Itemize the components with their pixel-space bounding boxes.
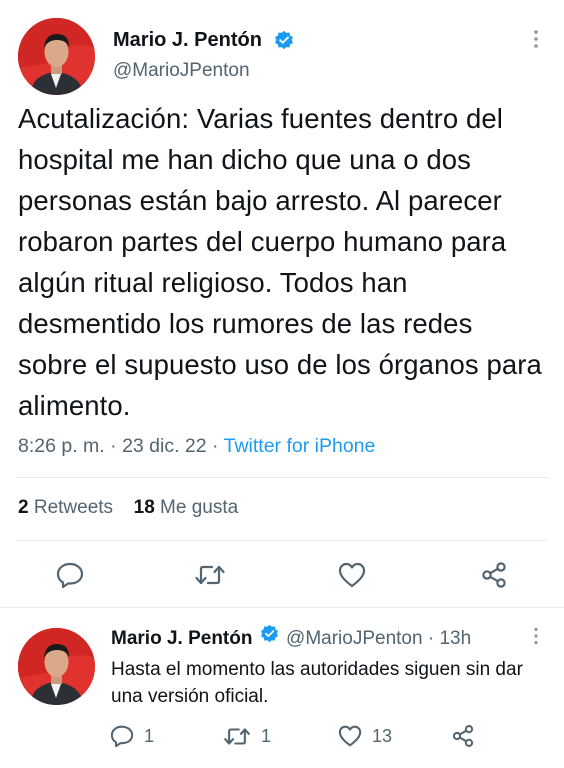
reply-icon [110, 725, 134, 747]
reply-like-count: 13 [372, 725, 393, 746]
share-icon [452, 725, 474, 747]
reply-retweet-count: 1 [261, 725, 272, 746]
reply-icon [56, 562, 84, 588]
tweet-meta: 8:26 p. m. · 23 dic. 22 · Twitter for iP… [18, 433, 375, 459]
main-avatar[interactable] [18, 18, 95, 95]
meta-separator: · [110, 435, 117, 457]
reply-age[interactable]: 13h [439, 628, 471, 649]
like-button[interactable] [332, 560, 372, 590]
reply-retweet-button[interactable]: 1 [223, 723, 271, 749]
reply-more-options-icon[interactable] [527, 626, 545, 646]
likes-stat[interactable]: 18 Me gusta [134, 497, 239, 518]
reply-like-button[interactable]: 13 [338, 723, 392, 749]
meta-separator: · [212, 435, 219, 457]
retweet-button[interactable] [190, 560, 230, 590]
verified-badge-icon [260, 624, 279, 650]
main-author-name[interactable]: Mario J. Pentón [113, 27, 262, 53]
main-tweet-text: Acutalización: Varias fuentes dentro del… [18, 103, 542, 421]
reply-author-handle[interactable]: @MarioJPenton [286, 628, 423, 649]
retweets-stat[interactable]: 2 Retweets [18, 497, 118, 518]
share-icon [482, 562, 506, 588]
more-options-icon[interactable] [526, 28, 546, 50]
like-icon [338, 562, 366, 588]
engagement-stats: 2 Retweets 18 Me gusta [18, 495, 238, 521]
tweet-source-link[interactable]: Twitter for iPhone [224, 435, 376, 457]
retweet-icon [224, 727, 250, 745]
verified-badge-icon [274, 30, 294, 55]
reply-separator: · [427, 628, 435, 650]
likes-count: 18 [133, 497, 155, 518]
divider [0, 607, 564, 608]
main-author-handle[interactable]: @MarioJPenton [113, 59, 250, 83]
divider [16, 477, 548, 478]
tweet-date[interactable]: 23 dic. 22 [122, 435, 207, 457]
reply-author-name[interactable]: Mario J. Pentón [111, 628, 252, 649]
reply-reply-count: 1 [144, 725, 155, 746]
reply-reply-button[interactable]: 1 [110, 723, 154, 749]
retweets-count: 2 [18, 497, 29, 518]
tweet-time[interactable]: 8:26 p. m. [18, 435, 105, 457]
reply-tweet-text: Hasta el momento las autoridades siguen … [111, 659, 523, 707]
reply-button[interactable] [50, 560, 90, 590]
reply-header: Mario J. Pentón @MarioJPenton · 13h [111, 624, 471, 652]
retweets-label: Retweets [33, 497, 114, 518]
like-icon [338, 725, 362, 747]
reply-avatar[interactable] [18, 628, 95, 705]
divider [16, 540, 548, 541]
share-button[interactable] [474, 560, 514, 590]
likes-label: Me gusta [160, 497, 239, 518]
retweet-icon [195, 565, 225, 585]
reply-share-button[interactable] [450, 723, 476, 749]
